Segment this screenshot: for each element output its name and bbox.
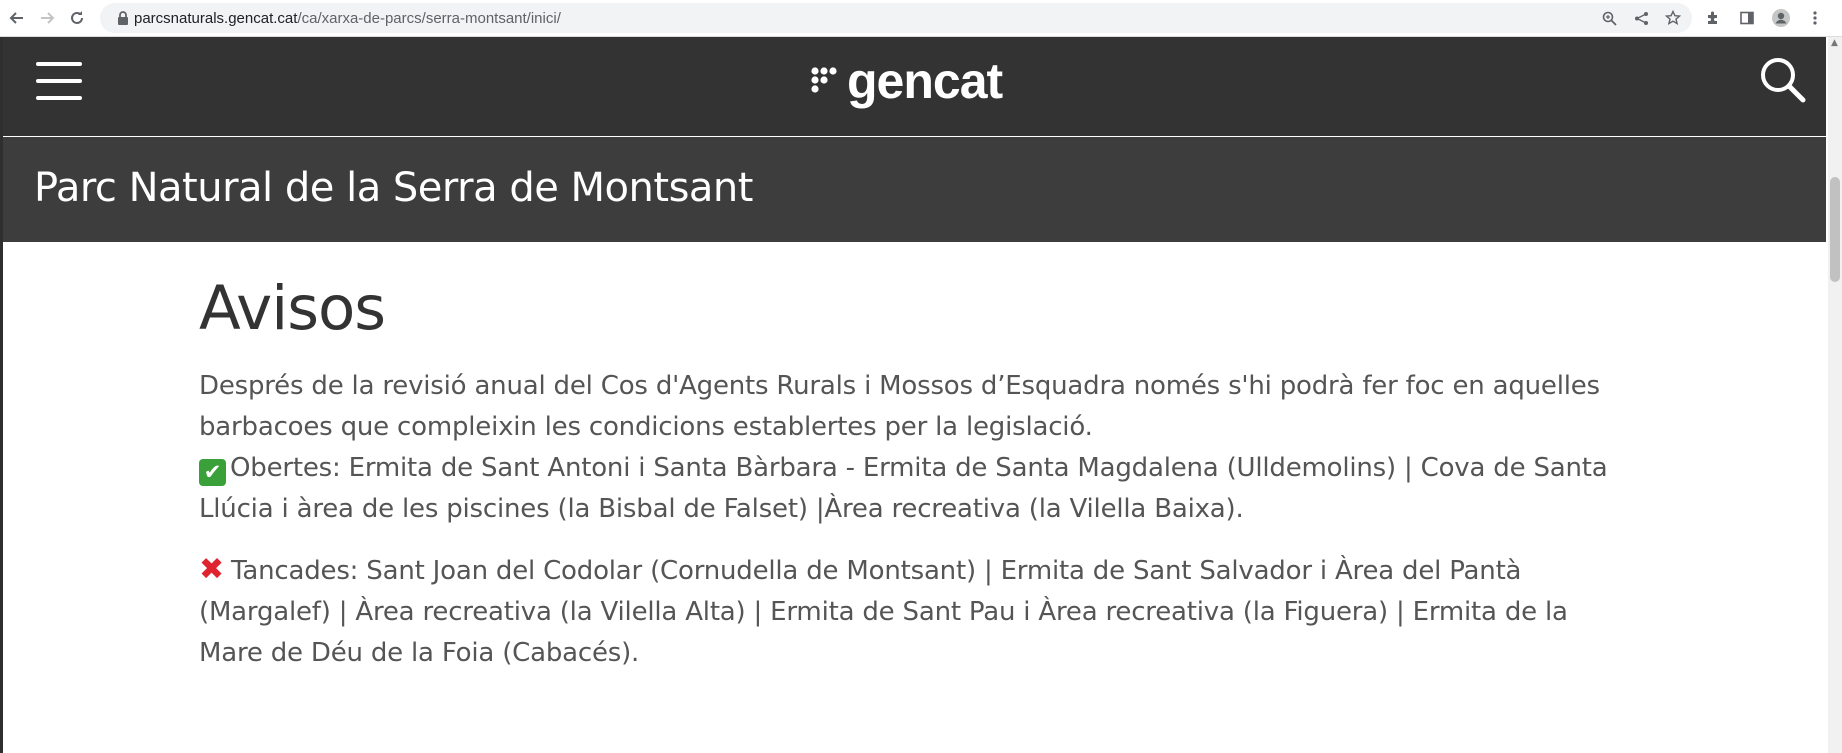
extensions-icon[interactable]	[1702, 7, 1724, 29]
page-viewport: gencat Parc Natural de la Serra de Monts…	[0, 37, 1842, 753]
gencat-logo[interactable]: gencat	[811, 51, 1003, 111]
lock-icon[interactable]	[112, 3, 134, 33]
url-host: parcsnaturals.gencat.cat	[134, 9, 298, 27]
search-icon[interactable]	[1758, 55, 1806, 103]
notice-closed: ✖ Tancades: Sant Joan del Codolar (Cornud…	[199, 549, 1639, 674]
scroll-thumb[interactable]	[1830, 177, 1840, 282]
site-header: gencat	[3, 37, 1826, 136]
cross-mark-icon: ✖	[199, 552, 224, 587]
hamburger-menu-icon[interactable]	[36, 62, 82, 100]
url-text[interactable]: parcsnaturals.gencat.cat/ca/xarxa-de-par…	[134, 10, 561, 27]
park-title-bar: Parc Natural de la Serra de Montsant	[3, 137, 1826, 242]
notices-heading: Avisos	[199, 273, 386, 344]
open-areas-text: Obertes: Ermita de Sant Antoni i Santa B…	[199, 453, 1608, 524]
closed-areas-text: Tancades: Sant Joan del Codolar (Cornude…	[199, 556, 1568, 668]
profile-icon[interactable]	[1770, 7, 1792, 29]
address-bar[interactable]: parcsnaturals.gencat.cat/ca/xarxa-de-par…	[100, 3, 1692, 33]
logo-text: gencat	[847, 53, 1003, 109]
notice-intro: Després de la revisió anual del Cos d'Ag…	[199, 371, 1600, 442]
side-panel-icon[interactable]	[1736, 7, 1758, 29]
kebab-menu-icon[interactable]	[1804, 7, 1826, 29]
park-title[interactable]: Parc Natural de la Serra de Montsant	[34, 165, 753, 211]
scroll-up-arrow-icon[interactable]: ▲	[1831, 39, 1839, 48]
share-icon[interactable]	[1630, 7, 1652, 29]
check-mark-icon: ✔	[199, 459, 226, 486]
forward-icon[interactable]	[34, 5, 60, 31]
zoom-icon[interactable]	[1598, 7, 1620, 29]
page-scrollbar[interactable]: ▲	[1828, 37, 1842, 753]
bookmark-star-icon[interactable]	[1662, 7, 1684, 29]
gencat-dots-icon	[811, 67, 837, 93]
browser-toolbar: parcsnaturals.gencat.cat/ca/xarxa-de-par…	[0, 0, 1842, 37]
notices-section: Avisos Després de la revisió anual del C…	[199, 274, 1639, 674]
url-path: /ca/xarxa-de-parcs/serra-montsant/inici/	[297, 9, 561, 27]
reload-icon[interactable]	[64, 5, 90, 31]
back-icon[interactable]	[4, 5, 30, 31]
notice-open: Després de la revisió anual del Cos d'Ag…	[199, 366, 1639, 530]
